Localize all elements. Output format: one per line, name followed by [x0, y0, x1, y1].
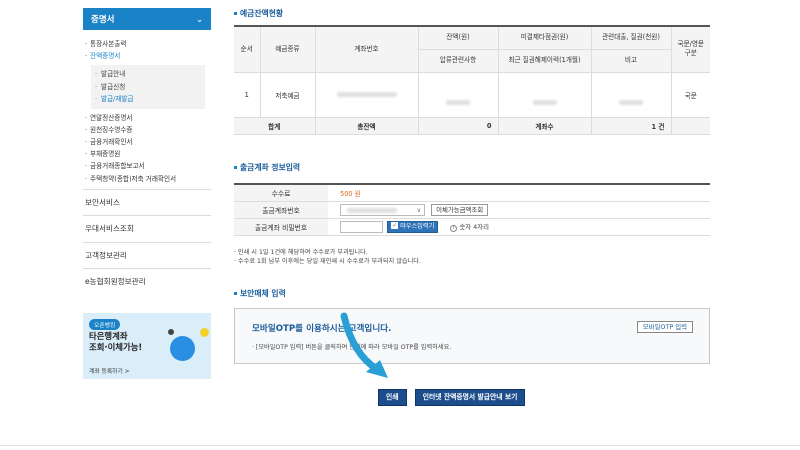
banner-line-2: 조회·이체가능!: [89, 341, 143, 352]
main-content: 예금잔액현황 순서 예금종류 계좌번호 잔액(원) 미결제타점권(원) 관련대출…: [234, 8, 710, 406]
col-header-account: 계좌번호: [314, 25, 419, 73]
chevron-down-icon: ∨: [416, 206, 421, 214]
banner-link[interactable]: 계좌 등록하기 >: [89, 366, 130, 375]
cell-related-loan-masked: [590, 71, 672, 118]
cell-lang: 국문: [670, 71, 710, 118]
security-section-title: 보안매체 입력: [234, 288, 434, 300]
balance-table: 순서 예금종류 계좌번호 잔액(원) 미결제타점권(원) 관련대출, 질권(천원…: [234, 25, 710, 135]
mouse-input-button[interactable]: ✓ 마우스입력기: [387, 220, 439, 233]
account-select[interactable]: ∨: [340, 203, 425, 216]
menu-item-report[interactable]: 금융거래종합보고서: [85, 160, 211, 172]
sidebar-header-title: 증명서: [91, 15, 115, 25]
fee-label: 수수료: [234, 184, 328, 202]
fee-value: 500 원: [340, 189, 361, 198]
info-icon: i: [450, 224, 458, 232]
menu-item-debt[interactable]: 부채증명원: [85, 148, 211, 160]
col-header-seizure: 압류관련사항: [418, 48, 499, 73]
sidebar-link-preferred[interactable]: 우대서비스조회: [83, 215, 211, 242]
menu-item-withholding[interactable]: 원천징수영수증: [85, 124, 211, 136]
col-header-related-loan: 관련대출, 질권(천원): [590, 25, 672, 50]
account-label: 출금계좌번호: [234, 201, 328, 219]
password-label: 출금계좌 비밀번호: [234, 218, 328, 236]
guide-button[interactable]: 인터넷 잔액증명서 발급안내 보기: [414, 389, 526, 406]
withdraw-form: 수수료 500 원 출금계좌번호 ∨ 이체가능금액조회 출금계좌 비밀번호 ✓ 마…: [234, 183, 710, 236]
total-label: 합계: [234, 116, 316, 135]
col-header-no: 순서: [234, 25, 261, 73]
col-header-note: 비고: [590, 48, 671, 73]
submenu-item-apply[interactable]: 발급신청: [95, 81, 205, 94]
menu-item-year-end[interactable]: 연말정산증명서: [85, 112, 211, 124]
footer-divider: [0, 445, 800, 446]
chevron-down-icon: ⌄: [196, 14, 203, 24]
submenu-item-guide[interactable]: 발급안내: [95, 68, 205, 81]
cell-unsettled-masked: [497, 71, 592, 118]
withdraw-section-title: 출금계좌 정보입력: [234, 162, 434, 174]
open-banking-banner[interactable]: 오픈뱅킹 타은행계좌 조회·이체가능! 계좌 등록하기 >: [83, 312, 211, 379]
col-header-lang: 국문/영문 구분: [670, 25, 710, 73]
mouse-input-label: 마우스입력기: [400, 222, 435, 230]
col-header-type: 예금종류: [259, 25, 316, 73]
total-balance-value: 0: [417, 116, 499, 135]
banner-line-1: 타은행계좌: [89, 330, 128, 341]
total-empty: [670, 116, 710, 135]
sidebar: 증명서 ⌄ 통장사본출력 잔액증명서 발급안내 발급신청 발급/재발급 연말정산…: [83, 8, 211, 379]
table-row: 1 저축예금 국문: [234, 71, 710, 118]
col-header-recent-pledge: 최근 질권해제이력(1개월): [497, 48, 592, 73]
banner-badge: 오픈뱅킹: [89, 318, 121, 330]
fee-note-2: · 수수료 1회 납부 이후에는 당일 재인쇄 시 수수료가 부과되지 않습니다…: [234, 258, 421, 265]
password-hint-text: 숫자 4자리: [459, 222, 489, 231]
password-input[interactable]: [340, 220, 383, 233]
menu-item-transaction-confirm[interactable]: 금융거래확인서: [85, 136, 211, 148]
fee-note-1: · 인쇄 시 1일 1건에 해당하여 수수료가 부과됩니다.: [234, 249, 368, 256]
col-header-balance: 잔액(원): [417, 25, 499, 50]
total-count-label: 계좌수: [497, 116, 592, 135]
menu-item-bankbook-copy[interactable]: 통장사본출력: [85, 38, 211, 50]
action-buttons: 인쇄 인터넷 잔액증명서 발급안내 보기: [378, 389, 531, 406]
coin-icon: [168, 328, 174, 335]
check-transferable-button[interactable]: 이체가능금액조회: [431, 203, 489, 216]
sidebar-link-security[interactable]: 보안서비스: [83, 188, 211, 216]
pointer-arrow-icon: [340, 312, 388, 378]
cell-type: 저축예금: [259, 71, 316, 118]
checkbox-icon: ✓: [391, 222, 399, 229]
coin-icon: [200, 327, 209, 337]
col-header-unsettled: 미결제타점권(원): [497, 25, 592, 50]
password-hint: i 숫자 4자리: [450, 222, 489, 232]
total-row: 합계 총잔액 0 계좌수 1 건: [234, 116, 710, 135]
phone-icon: [170, 335, 195, 361]
otp-box: 모바일OTP를 이용하시는 고객입니다. · [모바일OTP 입력] 버튼을 클…: [234, 308, 710, 364]
submenu-item-reissue[interactable]: 발급/재발급: [95, 93, 205, 106]
total-count-value: 1 건: [590, 116, 672, 135]
menu-item-housing[interactable]: 주택청약(종합)저축 거래확인서: [85, 173, 211, 185]
sidebar-link-member-info[interactable]: e농협회원정보관리: [83, 268, 211, 295]
balance-section-title: 예금잔액현황: [234, 8, 710, 20]
sidebar-link-customer-info[interactable]: 고객정보관리: [83, 241, 211, 269]
cell-balance-masked: [417, 71, 499, 118]
menu-item-balance-certificate[interactable]: 잔액증명서: [85, 50, 211, 62]
print-button[interactable]: 인쇄: [378, 389, 407, 406]
sidebar-header[interactable]: 증명서 ⌄: [83, 8, 211, 30]
cell-no: 1: [234, 71, 261, 118]
mobile-otp-button[interactable]: 모바일OTP 입력: [636, 321, 693, 333]
submenu: 발급안내 발급신청 발급/재발급: [91, 65, 205, 109]
total-balance-label: 총잔액: [314, 116, 419, 135]
fee-notes: · 인쇄 시 1일 1건에 해당하여 수수료가 부과됩니다. · 수수료 1회 …: [234, 248, 421, 266]
banner-headline: 타은행계좌 조회·이체가능!: [89, 331, 142, 353]
cell-account-masked: [314, 71, 419, 118]
sidebar-menu: 통장사본출력 잔액증명서 발급안내 발급신청 발급/재발급 연말정산증명서 원천…: [83, 30, 211, 189]
